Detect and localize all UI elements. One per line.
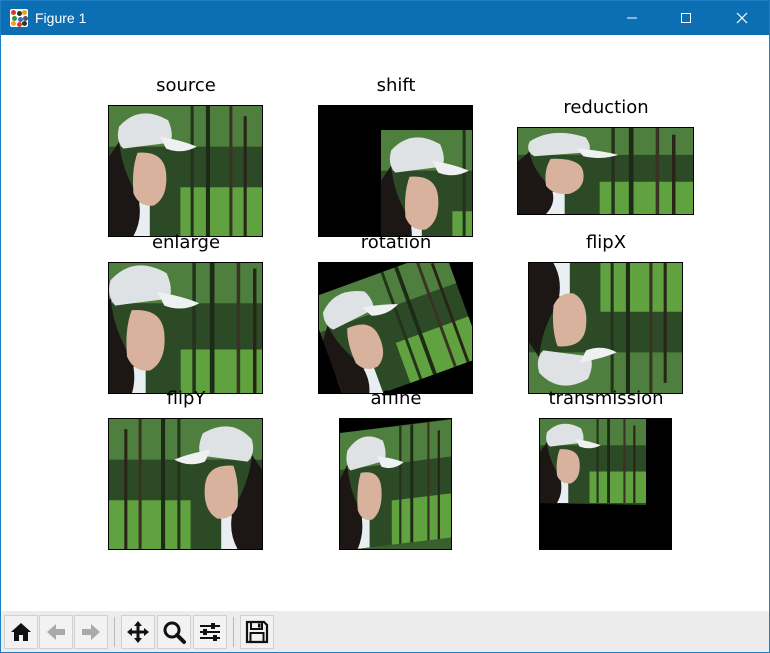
- title-bar[interactable]: Figure 1: [1, 1, 769, 35]
- minimize-button[interactable]: [609, 1, 655, 35]
- zoom-button[interactable]: [157, 615, 191, 649]
- arrow-left-icon: [47, 624, 65, 640]
- figure-canvas[interactable]: source shift reduction enlarge rotation …: [1, 35, 769, 611]
- subplot-title: shift: [376, 75, 416, 96]
- photo-graphic: [340, 419, 451, 549]
- shift-image: [318, 105, 473, 237]
- home-icon: [11, 623, 31, 641]
- subplot-source: source: [101, 75, 271, 240]
- close-icon: [736, 12, 748, 24]
- transmission-image: [539, 418, 672, 550]
- subplot-title: source: [156, 75, 216, 96]
- navigation-toolbar: [1, 611, 769, 652]
- photo-graphic: [109, 106, 262, 236]
- flipx-image: [528, 262, 683, 394]
- subplot-enlarge: enlarge: [101, 232, 271, 397]
- photo-graphic: [319, 106, 472, 236]
- subplot-transmission: transmission: [531, 388, 681, 553]
- maximize-icon: [681, 13, 691, 23]
- reduction-image: [517, 127, 694, 215]
- close-button[interactable]: [719, 1, 765, 35]
- back-button[interactable]: [39, 615, 73, 649]
- subplot-affine: affine: [331, 388, 461, 553]
- figure-window: Figure 1 source shift reduction enlarge …: [0, 0, 770, 653]
- photo-graphic: [109, 263, 262, 393]
- subplot-title: enlarge: [151, 232, 221, 253]
- enlarge-image: [108, 262, 263, 394]
- subplot-flipx: flipX: [521, 232, 691, 397]
- minimize-icon: [627, 17, 637, 19]
- pan-button[interactable]: [121, 615, 155, 649]
- subplot-title: flipX: [585, 232, 627, 253]
- floppy-disk-icon: [245, 620, 269, 644]
- configure-subplots-button[interactable]: [193, 615, 227, 649]
- subplot-title: reduction: [563, 97, 649, 118]
- subplot-title: affine: [370, 388, 422, 409]
- flipy-image: [108, 418, 263, 550]
- toolbar-separator: [233, 617, 234, 647]
- app-icon: [10, 9, 28, 27]
- photo-graphic: [319, 263, 472, 393]
- subplot-reduction: reduction: [511, 97, 701, 217]
- subplot-title: transmission: [548, 388, 664, 409]
- subplot-shift: shift: [311, 75, 481, 240]
- move-icon: [127, 621, 149, 643]
- subplot-rotation: rotation: [311, 232, 481, 397]
- rotation-image: [318, 262, 473, 394]
- subplot-flipy: flipY: [101, 388, 271, 553]
- sliders-icon: [200, 623, 220, 641]
- photo-graphic: [518, 128, 693, 214]
- source-image: [108, 105, 263, 237]
- photo-graphic: [109, 419, 262, 549]
- photo-graphic: [529, 263, 682, 393]
- magnifier-icon: [163, 621, 186, 644]
- window-title: Figure 1: [35, 10, 87, 26]
- save-button[interactable]: [240, 615, 274, 649]
- subplot-title: rotation: [360, 232, 432, 253]
- maximize-button[interactable]: [663, 1, 709, 35]
- toolbar-separator: [114, 617, 115, 647]
- home-button[interactable]: [4, 615, 38, 649]
- subplot-title: flipY: [166, 388, 206, 409]
- arrow-right-icon: [82, 624, 100, 640]
- forward-button[interactable]: [74, 615, 108, 649]
- photo-graphic: [540, 419, 671, 549]
- affine-image: [339, 418, 452, 550]
